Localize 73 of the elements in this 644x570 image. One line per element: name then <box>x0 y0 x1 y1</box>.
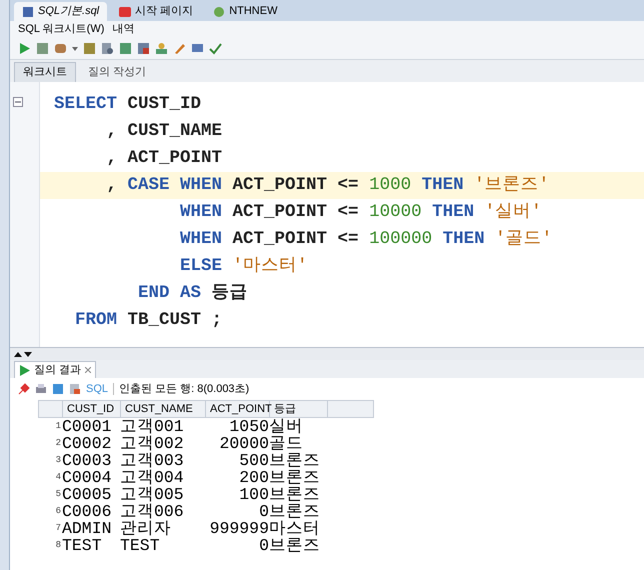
table-cell-text: 0 <box>258 537 269 554</box>
table-cell-text: 고객006 <box>120 503 185 520</box>
fetch-status: 인출된 모든 행: 8(0.003초) <box>119 382 250 397</box>
table-cell-text: 브론즈 <box>269 503 321 520</box>
table-cell-text: C0002 <box>62 435 113 452</box>
table-cell-text: 고객005 <box>120 486 185 503</box>
table-cell-text: C0004 <box>62 469 113 486</box>
pin-icon[interactable] <box>18 383 30 395</box>
table-cell-text: 실버 <box>269 418 304 435</box>
table-cell-text: TEST <box>62 537 103 554</box>
row-number: 3 <box>54 454 62 467</box>
code-line: WHEN ACT_POINT <= 100000 THEN '골드' <box>179 228 554 251</box>
code-line: , CUST_NAME <box>106 120 224 143</box>
column-header[interactable]: ACT_POINT <box>206 401 270 417</box>
row-number: 7 <box>54 522 62 535</box>
table-cell-text: 고객001 <box>120 418 185 435</box>
run-icon[interactable] <box>18 42 31 55</box>
table-cell-text: 200 <box>238 469 269 486</box>
code-line: WHEN ACT_POINT <= 10000 THEN '실버' <box>179 201 543 224</box>
splitter-arrows-icon[interactable] <box>14 350 32 358</box>
database-icon <box>213 6 226 18</box>
table-cell-text: 100 <box>238 486 269 503</box>
code-line: END AS 등급 <box>137 282 249 305</box>
table-cell-text: C0001 <box>62 418 113 435</box>
table-cell-text: 관리자 <box>120 520 172 537</box>
run-icon <box>19 364 30 376</box>
table-cell-text: 고객004 <box>120 469 185 486</box>
collapse-icon[interactable] <box>13 97 23 107</box>
file-icon <box>22 6 34 18</box>
code-line: ELSE '마스터' <box>179 255 309 278</box>
column-header[interactable]: 등급 <box>270 401 328 417</box>
table-cell-text: C0003 <box>62 452 113 469</box>
sub-tab[interactable]: 워크시트 <box>14 62 76 82</box>
table-cell-text: C0006 <box>62 503 113 520</box>
row-number: 6 <box>54 505 62 518</box>
code-editor[interactable]: SELECT CUST_ID , CUST_NAME , ACT_POINT , CASE WHEN ACT_POINT <= 1000 THEN '브론즈' WHEN ACT_POINT <= 10000 THEN '실버' WHEN ACT_POINT <= 100000 THEN '골드' ELSE '마스터' END AS 등급 FROM TB_CUST ; <box>10 82 644 348</box>
document-tab[interactable]: SQL기본.sql <box>14 2 108 21</box>
code-line: FROM TB_CUST ; <box>74 309 224 332</box>
table-cell-text: 999999 <box>208 520 269 537</box>
results-tab[interactable]: 질의 결과 <box>14 361 96 378</box>
row-number: 8 <box>54 539 62 552</box>
menu-item[interactable]: SQL 워크시트(W) <box>18 21 104 38</box>
table-cell-text: 1050 <box>228 418 269 435</box>
sub-tab[interactable]: 질의 작성기 <box>80 62 154 82</box>
row-number: 4 <box>54 471 62 484</box>
table-cell-text: TEST <box>120 537 161 554</box>
table-cell-text: 20000 <box>218 435 269 452</box>
table-cell-text: 마스터 <box>269 520 321 537</box>
table-cell-text: 브론즈 <box>269 452 321 469</box>
menu-item[interactable]: 내역 <box>112 21 134 38</box>
tab-label: 질의 결과 <box>34 362 82 378</box>
spellcheck-icon[interactable] <box>209 42 222 55</box>
code-line: , ACT_POINT <box>106 147 224 170</box>
table-cell-text: 고객002 <box>120 435 185 452</box>
table-cell-text: 고객003 <box>120 452 185 469</box>
row-number: 1 <box>54 420 62 433</box>
row-number: 5 <box>54 488 62 501</box>
table-cell-text: 브론즈 <box>269 537 321 554</box>
table-cell-text: 골드 <box>269 435 304 452</box>
table-cell-text: 500 <box>238 452 269 469</box>
people-icon[interactable] <box>155 42 168 55</box>
close-icon[interactable] <box>85 367 92 373</box>
app-icon <box>119 6 132 18</box>
printer-icon[interactable] <box>35 383 47 395</box>
table-cell-text: 브론즈 <box>269 469 321 486</box>
column-header[interactable]: CUST_NAME <box>121 401 206 417</box>
table-cell-text: C0005 <box>62 486 113 503</box>
table-cell-text: 0 <box>258 503 269 520</box>
table-cell-text: 브론즈 <box>269 486 321 503</box>
column-header[interactable]: CUST_ID <box>63 401 121 417</box>
code-line: SELECT CUST_ID <box>53 93 202 116</box>
table-cell-text: ADMIN <box>62 520 113 537</box>
row-number: 2 <box>54 437 62 450</box>
